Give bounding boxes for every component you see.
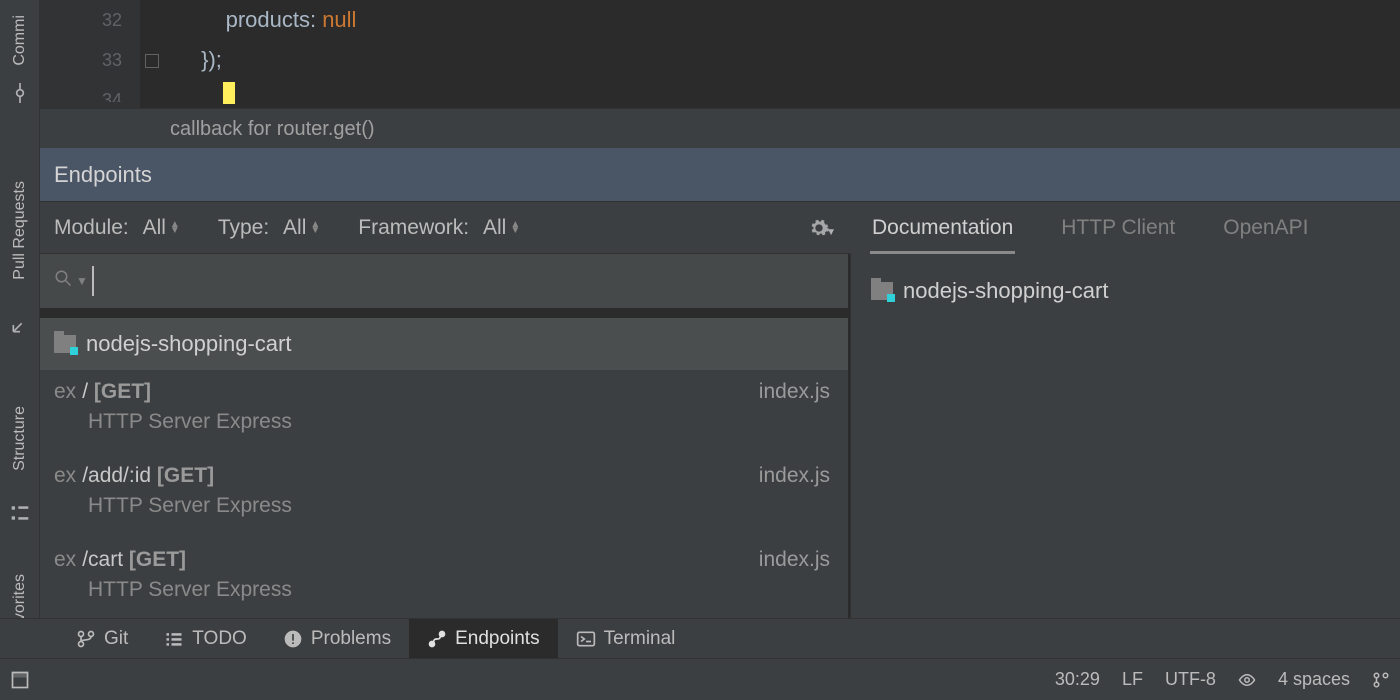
gutter-line-33: 33 <box>40 40 122 80</box>
documentation-pane: nodejs-shopping-cart <box>850 254 1400 618</box>
tool-endpoints[interactable]: Endpoints <box>409 619 558 659</box>
gear-icon[interactable]: ▼ <box>808 217 836 239</box>
filter-framework[interactable]: Framework: All ▲▼ <box>358 216 520 240</box>
code-area[interactable]: products: null }); <box>140 0 1400 80</box>
tool-problems[interactable]: Problems <box>265 619 409 659</box>
gutter-line-34: 34 <box>40 80 122 102</box>
editor-caret <box>223 82 235 104</box>
left-tool-strip: Commi Pull Requests Structure vorites <box>0 0 40 660</box>
search-input[interactable] <box>96 270 848 293</box>
pull-request-icon <box>0 312 40 338</box>
project-name: nodejs-shopping-cart <box>86 331 291 357</box>
breadcrumb[interactable]: callback for router.get() <box>40 108 1400 148</box>
endpoint-servers: HTTP Server Express <box>54 578 830 602</box>
endpoints-tool-header: Endpoints <box>40 148 1400 202</box>
code-line-33: }); <box>140 40 1400 80</box>
tool-tab-commit-label: Commi <box>11 15 29 66</box>
folder-icon <box>54 335 76 353</box>
doc-project-heading[interactable]: nodejs-shopping-cart <box>871 278 1380 304</box>
endpoints-title: Endpoints <box>54 162 152 187</box>
tool-windows-icon[interactable] <box>10 670 30 690</box>
code-line-32: products: null <box>140 0 1400 40</box>
editor-area[interactable]: 32 33 34 products: null }); <box>40 0 1400 108</box>
endpoints-icon <box>427 629 447 649</box>
tool-tab-commit[interactable]: Commi <box>0 0 40 80</box>
breadcrumb-text: callback for router.get() <box>170 118 375 140</box>
tab-documentation[interactable]: Documentation <box>870 202 1015 254</box>
bottom-tool-buttons: Git TODO Problems Endpoints Terminal <box>0 618 1400 658</box>
chevron-down-icon: ▼ <box>826 227 836 238</box>
warning-icon <box>283 629 303 649</box>
tool-todo[interactable]: TODO <box>146 619 265 659</box>
gutter-line-32: 32 <box>40 0 122 40</box>
endpoint-servers: HTTP Server Express <box>54 410 830 434</box>
doc-project-name: nodejs-shopping-cart <box>903 278 1108 304</box>
editor-gutter: 32 33 34 <box>40 0 140 108</box>
endpoint-file: index.js <box>759 464 830 488</box>
status-bar: 30:29 LF UTF-8 4 spaces <box>0 658 1400 700</box>
search-caret <box>92 266 94 296</box>
tab-openapi[interactable]: OpenAPI <box>1221 202 1310 254</box>
terminal-icon <box>576 629 596 649</box>
list-icon <box>164 629 184 649</box>
folder-icon <box>871 282 893 300</box>
sort-icon: ▲▼ <box>510 222 520 234</box>
git-branch-icon[interactable] <box>1372 671 1390 689</box>
sort-icon: ▲▼ <box>170 222 180 234</box>
status-caret-pos[interactable]: 30:29 <box>1055 669 1100 690</box>
status-line-separator[interactable]: LF <box>1122 669 1143 690</box>
status-encoding[interactable]: UTF-8 <box>1165 669 1216 690</box>
endpoints-list: ex/ [GET] index.js HTTP Server Express e… <box>40 370 848 618</box>
endpoint-row[interactable]: ex/add/:id [GET] index.js HTTP Server Ex… <box>40 454 848 538</box>
tab-http-client[interactable]: HTTP Client <box>1059 202 1177 254</box>
endpoint-row[interactable]: ex/cart [GET] index.js HTTP Server Expre… <box>40 538 848 618</box>
tool-tab-favorites-label: vorites <box>11 574 29 621</box>
tool-tab-structure-label: Structure <box>11 406 29 471</box>
inspection-eye-icon[interactable] <box>1238 671 1256 689</box>
search-icon <box>54 269 72 293</box>
tool-git[interactable]: Git <box>58 619 146 659</box>
chevron-down-icon[interactable]: ▼ <box>76 274 88 288</box>
endpoint-file: index.js <box>759 380 830 404</box>
endpoint-file: index.js <box>759 548 830 572</box>
branch-icon <box>76 629 96 649</box>
endpoints-filters: Module: All ▲▼ Type: All ▲▼ Framework: A… <box>40 202 850 254</box>
status-indent[interactable]: 4 spaces <box>1278 669 1350 690</box>
commit-icon <box>0 80 40 106</box>
filter-type[interactable]: Type: All ▲▼ <box>218 216 320 240</box>
endpoint-row[interactable]: ex/ [GET] index.js HTTP Server Express <box>40 370 848 454</box>
tool-tab-pull-requests[interactable]: Pull Requests <box>0 150 40 310</box>
endpoint-project-row[interactable]: nodejs-shopping-cart <box>40 318 848 370</box>
tool-terminal[interactable]: Terminal <box>558 619 694 659</box>
tool-tab-structure[interactable]: Structure <box>0 378 40 498</box>
filter-module[interactable]: Module: All ▲▼ <box>54 216 180 240</box>
structure-icon <box>0 500 40 526</box>
tool-tab-pullreq-label: Pull Requests <box>11 181 29 280</box>
endpoint-servers: HTTP Server Express <box>54 494 830 518</box>
sort-icon: ▲▼ <box>310 222 320 234</box>
endpoints-detail-tabs: Documentation HTTP Client OpenAPI <box>850 202 1400 254</box>
endpoints-search[interactable]: ▼ <box>40 254 848 308</box>
